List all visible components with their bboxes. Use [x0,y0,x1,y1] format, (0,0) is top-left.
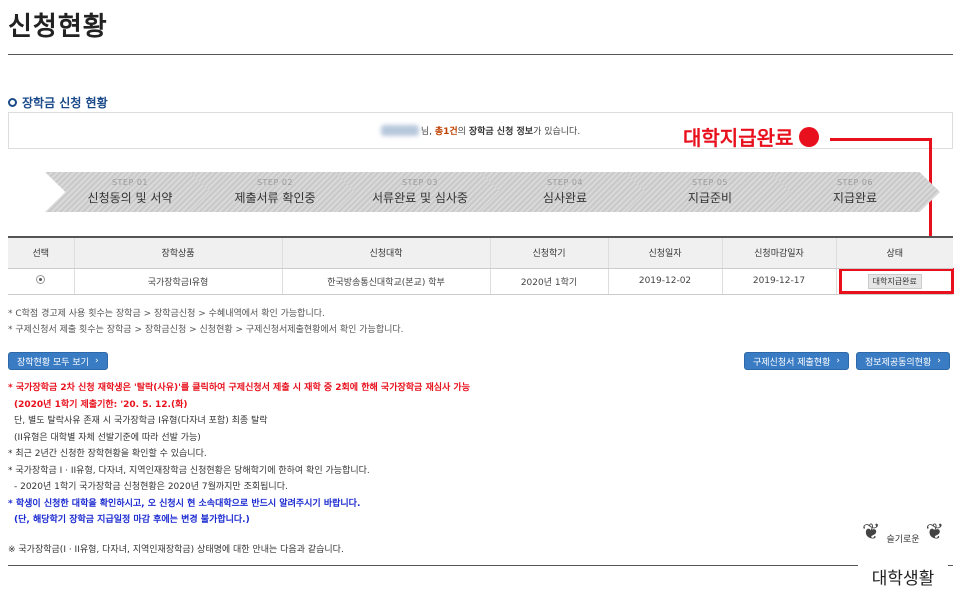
footer-note: ※ 국가장학금(I · II유형, 다자녀, 지역인재장학금) 상태명에 대한 … [8,545,344,555]
info-line: * 국가장학금 I · II유형, 다자녀, 지역인재장학금 신청현황은 당해학… [8,465,370,476]
step-3: STEP 03 서류완료 및 심사중 [335,172,505,212]
section-title-text: 장학금 신청 현황 [22,96,108,110]
info-share-consent-button[interactable]: 정보제공동의현황 › [856,352,950,370]
bottom-divider [8,565,953,566]
header-semester: 신청학기 [489,236,608,269]
header-date: 신청일자 [607,236,722,269]
annotation-dot-icon [799,126,820,147]
application-table: 선택 장학상품 신청대학 신청학기 신청일자 신청마감일자 상태 국가장학금I유… [8,236,953,295]
step-2: STEP 02 제출서류 확인중 [190,172,360,212]
annotation-line-horizontal [830,138,932,141]
select-cell [8,268,74,295]
header-university: 신청대학 [281,236,490,269]
note-item: * C학점 경고제 사용 횟수는 장학금 > 장학금신청 > 수혜내역에서 확인… [8,309,325,319]
step-number: STEP 02 [256,178,294,187]
product-cell: 국가장학금I유형 [73,268,282,295]
section-title: 장학금 신청 현황 [8,94,108,111]
status-annotation: 대학지급완료 [683,122,820,151]
date-cell: 2019-12-02 [607,268,722,295]
relief-label: 구제신청서 제출현황 [753,357,831,368]
watermark-small-text: 슬기로운 [886,535,920,545]
step-label: 심사완료 [542,191,588,205]
relief-status-button[interactable]: 구제신청서 제출현황 › [744,352,849,370]
step-number: STEP 06 [836,178,874,187]
info-line: * 최근 2년간 신청한 장학현황을 확인할 수 있습니다. [8,449,207,459]
info-middle: 의 [457,127,466,137]
note-item: * 구제신청서 제출 횟수는 장학금 > 장학금신청 > 신청현황 > 구제신청… [8,325,404,335]
table-row: 국가장학금I유형 한국방송통신대학교(본교) 학부 2020년 1학기 2019… [8,268,953,295]
step-6: STEP 06 지급완료 [770,172,940,212]
header-status: 상태 [835,236,953,269]
watermark-big-text: 대학생활 [858,564,948,589]
select-radio[interactable] [36,275,46,284]
step-label: 지급완료 [832,191,878,205]
annotation-label: 대학지급완료 [683,126,794,150]
step-label: 지급준비 [687,191,733,205]
info-line: (단, 해당학기 장학금 지급일정 마감 후에는 변경 불가합니다.) [14,515,250,525]
application-count: 총1건 [434,127,458,137]
step-5: STEP 05 지급준비 [625,172,795,212]
step-4: STEP 04 심사완료 [480,172,650,212]
page-title: 신청현황 [8,12,108,42]
header-deadline: 신청마감일자 [721,236,836,269]
step-number: STEP 01 [111,178,149,187]
notes: * C학점 경고제 사용 횟수는 장학금 > 장학금신청 > 수혜내역에서 확인… [8,306,404,338]
watermark-logo: ❦ ❦ 슬기로운 대학생활 [858,520,948,592]
info-line: (2020년 1학기 제출기한: '20. 5. 12.(화) [14,399,188,410]
step-number: STEP 03 [401,178,439,187]
info-list: * 국가장학금 2차 신청 재학생은 '탈락(사유)'를 클릭하여 구제신청서 … [8,380,708,529]
status-cell: 대학지급완료 [835,268,953,295]
info-line: - 2020년 1학기 국가장학금 신청현황은 2020년 7월까지만 조회됩니… [14,482,288,492]
step-label: 제출서류 확인중 [234,191,316,205]
chevron-right-icon: › [94,356,99,366]
step-label: 서류완료 및 심사중 [372,191,468,205]
step-label: 신청동의 및 서약 [87,191,173,205]
info-line: 단, 별도 탈락사유 존재 시 국가장학금 I유형(다자녀 포함) 최종 탈락 [14,416,268,426]
info-line: (II유형은 대학별 자체 선발기준에 따라 선발 가능) [14,432,201,443]
title-divider [8,54,953,55]
university-cell: 한국방송통신대학교(본교) 학부 [281,268,490,295]
view-all-scholarships-button[interactable]: 장학현황 모두 보기 › [8,352,108,370]
info-tail: 가 있습니다. [533,127,581,137]
header-product: 장학상품 [73,236,282,269]
deadline-cell: 2019-12-17 [721,268,836,295]
masked-name [380,125,419,136]
chevron-right-icon: › [836,356,840,366]
table-header-row: 선택 장학상품 신청대학 신청학기 신청일자 신청마감일자 상태 [8,236,953,269]
info-share-label: 정보제공동의현황 [865,357,932,368]
view-all-label: 장학현황 모두 보기 [17,357,89,368]
name-suffix: 님, [420,127,432,137]
step-number: STEP 04 [546,178,584,187]
info-line: * 국가장학금 2차 신청 재학생은 '탈락(사유)'를 클릭하여 구제신청서 … [8,383,470,393]
header-select: 선택 [8,236,74,269]
info-strong: 장학금 신청 정보 [468,127,534,137]
chevron-right-icon: › [937,356,941,366]
semester-cell: 2020년 1학기 [489,268,608,295]
step-number: STEP 05 [691,178,729,187]
circle-bullet-icon [8,98,17,107]
progress-steps: STEP 01 신청동의 및 서약 STEP 02 제출서류 확인중 STEP … [45,172,940,212]
step-1: STEP 01 신청동의 및 서약 [45,172,215,212]
status-badge[interactable]: 대학지급완료 [867,273,922,289]
info-line: * 학생이 신청한 대학을 확인하시고, 오 신청시 현 소속대학으로 반드시 … [8,498,361,509]
